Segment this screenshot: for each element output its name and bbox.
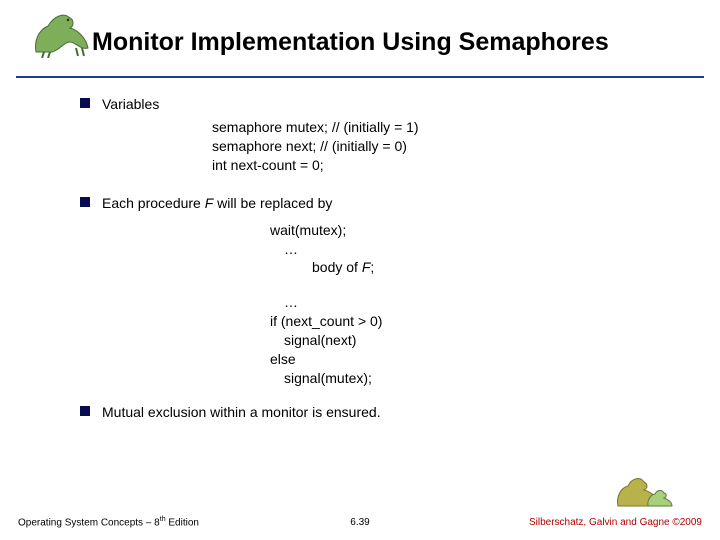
dinosaur-icon [30,8,100,58]
code-line: else [270,350,680,369]
bullet-text-pre: Each procedure [102,195,205,211]
bullet-text: Variables [102,96,159,112]
bullet-icon [80,98,90,108]
bullet-mutual-exclusion: Mutual exclusion within a monitor is ens… [80,404,680,420]
code-line: if (next_count > 0) [270,312,680,331]
slide-title: Monitor Implementation Using Semaphores [92,28,609,57]
code-line: … [284,240,680,259]
code-line: semaphore mutex; // (initially = 1) [212,118,680,137]
bullet-text-f: F [205,195,214,211]
code-line: int next-count = 0; [212,156,680,175]
bullet-text-post: will be replaced by [213,195,332,211]
bullet-variables: Variables [80,96,680,112]
code-body-pre: body of [312,259,362,275]
slide-body: Variables semaphore mutex; // (initially… [80,96,680,426]
code-line: … [284,293,680,312]
code-line: wait(mutex); [270,221,680,240]
slide: Monitor Implementation Using Semaphores … [0,0,720,540]
code-body-post: ; [370,259,374,275]
title-area: Monitor Implementation Using Semaphores [16,24,704,78]
code-line: signal(mutex); [284,369,680,388]
bullet-text: Mutual exclusion within a monitor is ens… [102,404,381,420]
code-line-body: body of F; [312,258,680,277]
bullet-icon [80,406,90,416]
code-line: signal(next) [284,331,680,350]
bullet-procedure: Each procedure F will be replaced by [80,195,680,211]
footer-copyright: Silberschatz, Galvin and Gagne ©2009 [529,517,702,528]
code-line: semaphore next; // (initially = 0) [212,137,680,156]
bullet-icon [80,197,90,207]
code-variables: semaphore mutex; // (initially = 1) sema… [212,118,680,175]
footer: Operating System Concepts – 8th Edition … [18,502,702,530]
code-procedure: wait(mutex); … body of F; … if (next_cou… [270,221,680,388]
